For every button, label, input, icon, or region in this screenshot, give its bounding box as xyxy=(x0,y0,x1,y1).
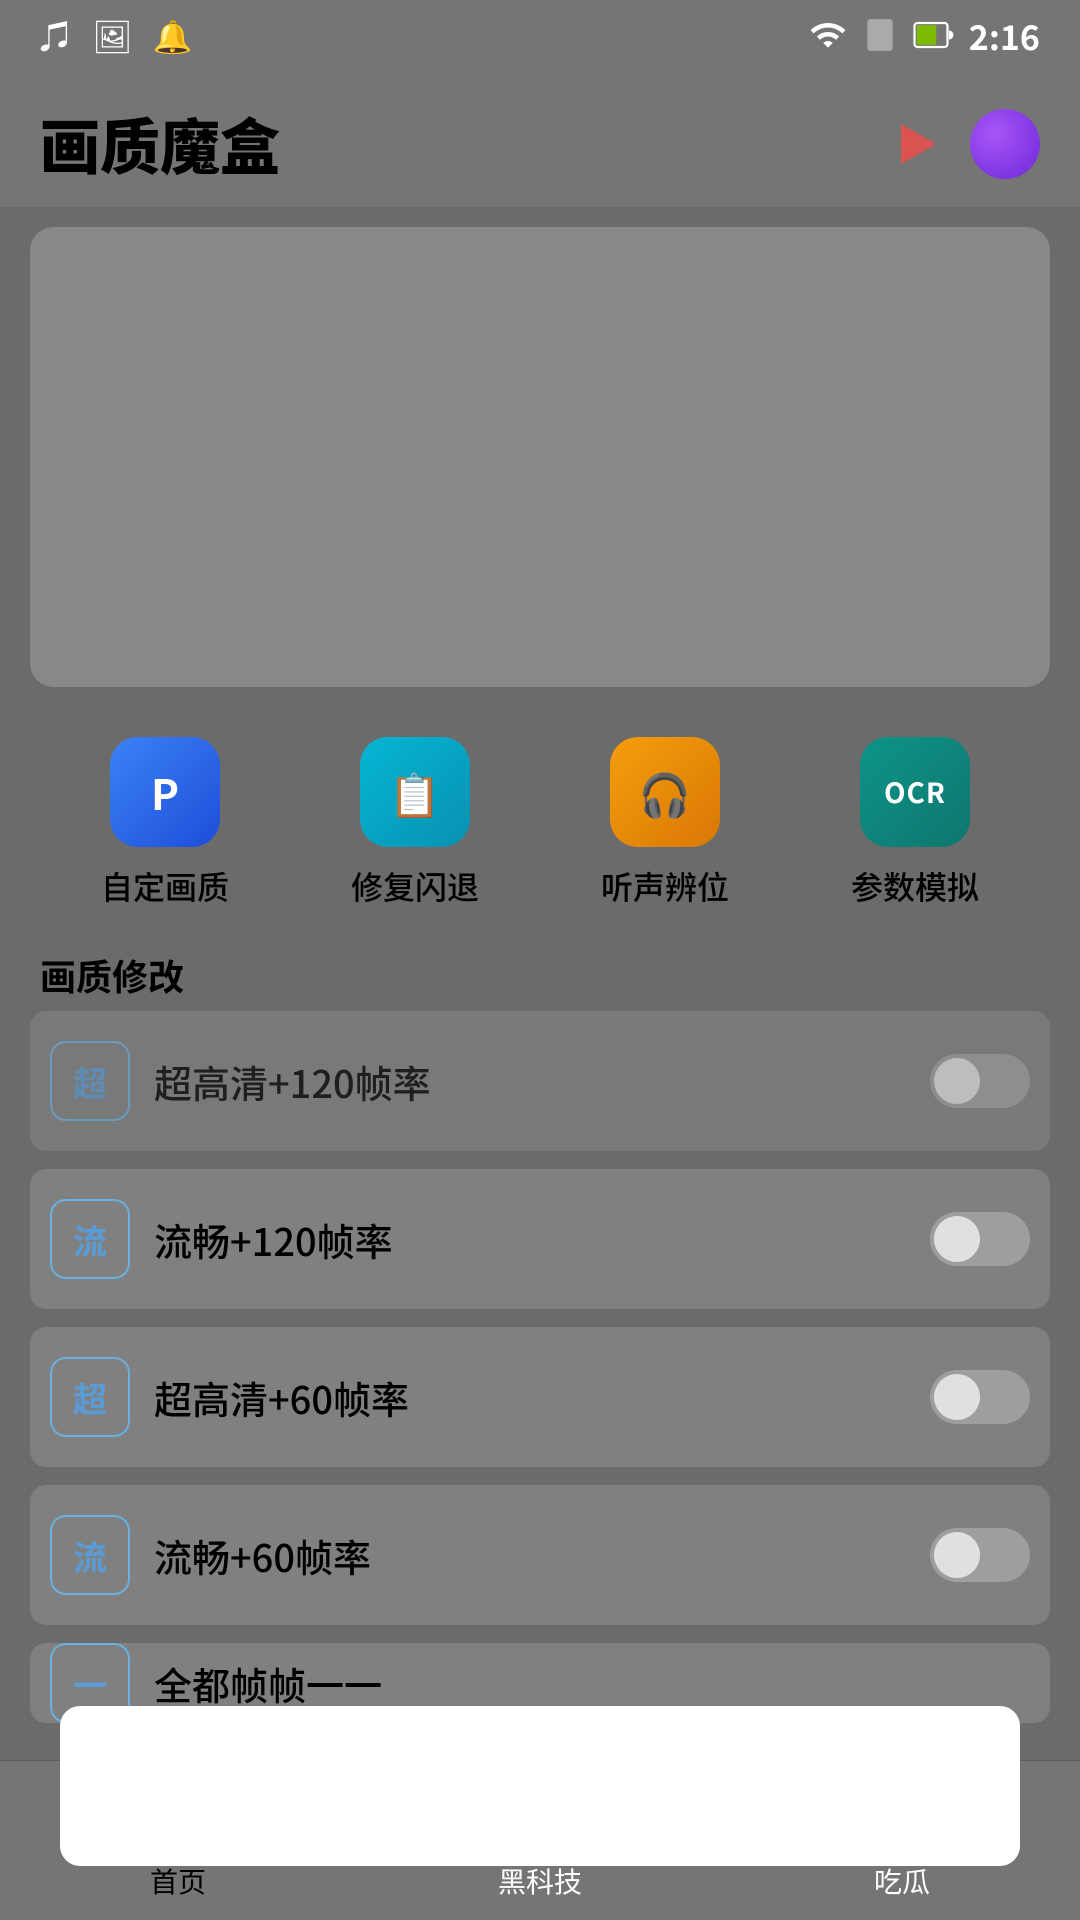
nav-label-melon: 吃瓜 xyxy=(874,1861,930,1901)
toggle-smooth120[interactable] xyxy=(930,1212,1030,1266)
toggle-smooth60[interactable] xyxy=(930,1528,1030,1582)
play-triangle-icon xyxy=(901,124,936,164)
sim-icon xyxy=(861,16,899,54)
custom-quality-label: 自定画质 xyxy=(101,863,229,909)
modal-overlay xyxy=(60,1706,1020,1866)
time-display: 2:16 xyxy=(969,11,1040,60)
toggle-uhd60[interactable] xyxy=(930,1370,1030,1424)
list-badge-text: 超 xyxy=(73,1373,107,1422)
toggle-knob xyxy=(934,1532,980,1578)
status-bar: ♫ 🖼 🔔 2:16 xyxy=(0,0,1080,70)
quick-actions-row: P 自定画质 📋 修复闪退 🎧 听声辨位 OCR 参数模拟 xyxy=(30,707,1050,929)
quality-list: 超 超高清+120帧率 流 流畅+120帧率 超 超高清+60帧率 流 流畅+6… xyxy=(0,1011,1080,1723)
bell-icon: 🔔 xyxy=(153,12,193,58)
audio-locate-badge: 🎧 xyxy=(639,762,691,823)
list-item[interactable]: 超 超高清+60帧率 xyxy=(30,1327,1050,1467)
audio-locate-icon: 🎧 xyxy=(610,737,720,847)
list-badge-text: 一 xyxy=(73,1659,107,1708)
list-item[interactable]: 超 超高清+120帧率 xyxy=(30,1011,1050,1151)
param-simulate-badge: OCR xyxy=(884,772,946,812)
fix-crash-badge: 📋 xyxy=(389,762,441,823)
list-badge-smooth60: 流 xyxy=(50,1515,130,1595)
list-item[interactable]: 流 流畅+60帧率 xyxy=(30,1485,1050,1625)
custom-quality-badge: P xyxy=(151,762,179,823)
list-item[interactable]: 流 流畅+120帧率 xyxy=(30,1169,1050,1309)
sidebar-item-custom-quality[interactable]: P 自定画质 xyxy=(101,737,229,909)
list-badge-uhd60: 超 xyxy=(50,1357,130,1437)
toggle-knob xyxy=(934,1374,980,1420)
status-right-icons: 2:16 xyxy=(809,11,1040,60)
toggle-knob xyxy=(934,1058,980,1104)
sidebar-item-audio-locate[interactable]: 🎧 听声辨位 xyxy=(601,737,729,909)
list-badge-text: 超 xyxy=(73,1057,107,1106)
banner-card xyxy=(30,227,1050,687)
list-item-text: 流畅+60帧率 xyxy=(154,1528,906,1583)
fix-crash-label: 修复闪退 xyxy=(351,863,479,909)
list-item-text-partial: 全都帧帧一一 xyxy=(154,1656,1030,1711)
nav-label-tech: 黑科技 xyxy=(498,1861,582,1901)
nav-label-home: 首页 xyxy=(150,1861,206,1901)
list-badge-smooth120: 流 xyxy=(50,1199,130,1279)
param-simulate-icon: OCR xyxy=(860,737,970,847)
audio-locate-label: 听声辨位 xyxy=(601,863,729,909)
section-title: 画质修改 xyxy=(0,929,1080,1011)
app-header: 画质魔盒 xyxy=(0,70,1080,207)
battery-icon xyxy=(913,16,955,54)
list-badge-text: 流 xyxy=(73,1531,107,1580)
custom-quality-icon: P xyxy=(110,737,220,847)
list-item-text: 超高清+60帧率 xyxy=(154,1370,906,1425)
fix-crash-icon: 📋 xyxy=(360,737,470,847)
image-icon: 🖼 xyxy=(92,12,133,58)
user-avatar[interactable] xyxy=(970,109,1040,179)
app-title: 画质魔盒 xyxy=(40,100,280,187)
param-simulate-label: 参数模拟 xyxy=(851,863,979,909)
list-badge-text: 流 xyxy=(73,1215,107,1264)
sidebar-item-param-simulate[interactable]: OCR 参数模拟 xyxy=(851,737,979,909)
toggle-knob xyxy=(934,1216,980,1262)
list-badge-uhd120: 超 xyxy=(50,1041,130,1121)
list-item-text: 超高清+120帧率 xyxy=(154,1054,906,1109)
toggle-uhd120[interactable] xyxy=(930,1054,1030,1108)
status-left-icons: ♫ 🖼 🔔 xyxy=(40,12,192,58)
tiktok-icon: ♫ xyxy=(40,12,72,58)
sidebar-item-fix-crash[interactable]: 📋 修复闪退 xyxy=(351,737,479,909)
list-item-text: 流畅+120帧率 xyxy=(154,1212,906,1267)
header-action-icons[interactable] xyxy=(880,109,1040,179)
play-button[interactable] xyxy=(880,109,950,179)
wifi-icon xyxy=(809,16,847,54)
